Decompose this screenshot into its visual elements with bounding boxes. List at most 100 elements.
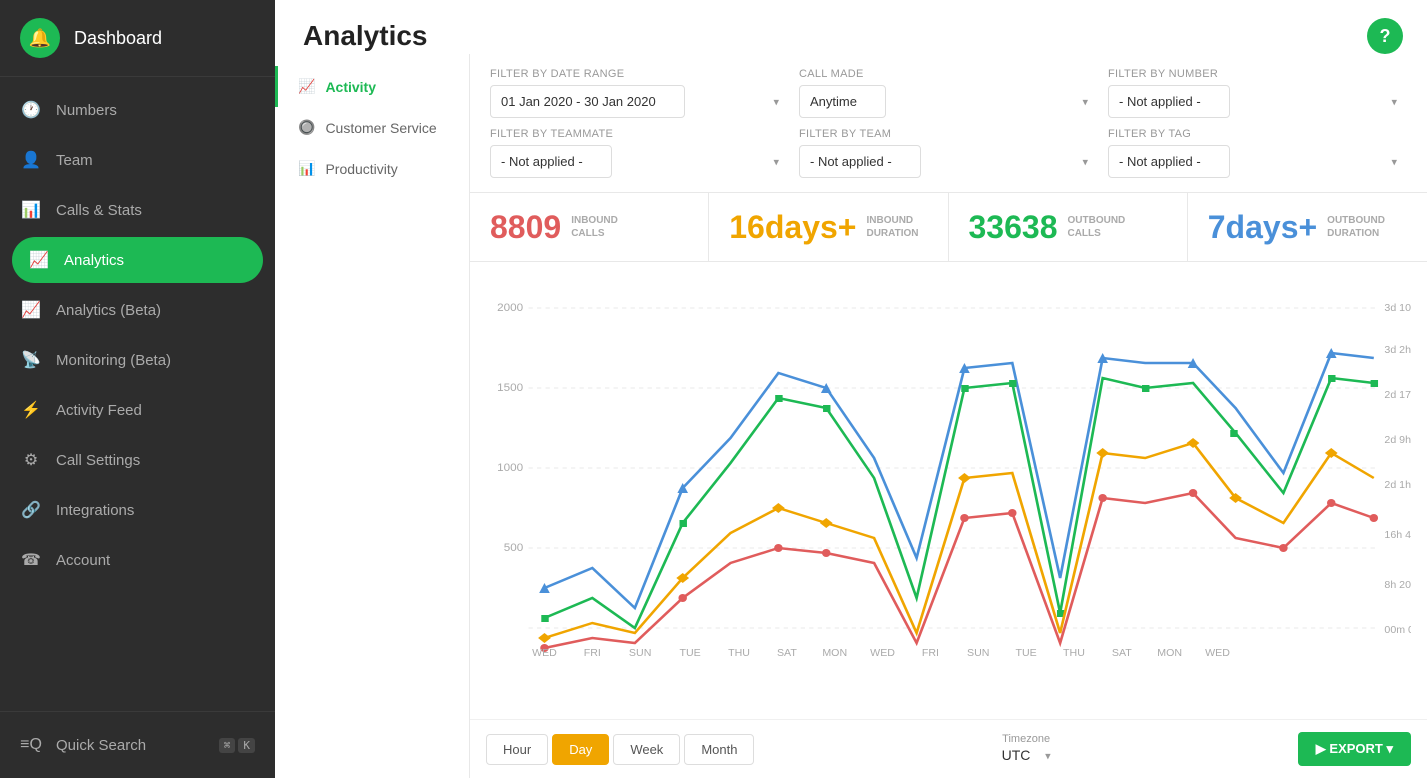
help-button[interactable]: ? — [1367, 18, 1403, 54]
stat-value: 33638 — [969, 211, 1058, 243]
timezone-select[interactable]: UTC — [1002, 747, 1051, 763]
svg-text:00m 00s: 00m 00s — [1384, 625, 1411, 636]
sub-nav-activity[interactable]: 📈 Activity — [275, 66, 469, 107]
timezone-wrap: Timezone UTC — [1002, 733, 1051, 765]
main-content: Analytics ? 📈 Activity 🔘 Customer Servic… — [275, 0, 1427, 778]
stat-label: INBOUNDDURATION — [866, 214, 918, 240]
svg-text:500: 500 — [504, 542, 524, 554]
svg-text:2000: 2000 — [497, 302, 523, 314]
timezone-label: Timezone — [1002, 733, 1050, 745]
filter-select-call_made[interactable]: Anytime — [799, 85, 886, 118]
stat-label: OUTBOUNDCALLS — [1067, 214, 1122, 240]
integrations-icon: 🔗 — [20, 499, 42, 521]
chart-wrap: 2000 1500 1000 500 — [486, 278, 1411, 668]
sidebar-item-label: Numbers — [56, 102, 117, 119]
filter-filter_team: Filter by team - Not applied - — [799, 128, 1098, 178]
stat-card-3: 7days+ OUTBOUNDDURATION — [1188, 193, 1427, 261]
sidebar: 🔔 Dashboard 🕐 Numbers 👤 Team 📊 Calls & S… — [0, 0, 275, 778]
svg-text:2d 1h: 2d 1h — [1384, 480, 1411, 491]
filter-label-date_range: Filter by date range — [490, 68, 789, 80]
stat-label: INBOUNDCALLS — [571, 214, 618, 240]
page-title: Analytics — [303, 20, 428, 52]
sub-nav-label: Productivity — [325, 161, 397, 177]
customer-service-icon: 🔘 — [298, 119, 315, 136]
monitoring-beta-icon: 📡 — [20, 349, 42, 371]
svg-text:TUE: TUE — [1015, 648, 1036, 659]
svg-text:MON: MON — [822, 648, 847, 659]
filter-select-date_range[interactable]: 01 Jan 2020 - 30 Jan 2020 — [490, 85, 685, 118]
sidebar-item-analytics[interactable]: 📈 Analytics — [12, 237, 263, 283]
sidebar-item-label: Analytics (Beta) — [56, 302, 161, 319]
time-btn-hour[interactable]: Hour — [486, 734, 548, 765]
filter-label-filter_tag: Filter by tag — [1108, 128, 1407, 140]
keyboard-shortcut: ⌘ K — [219, 738, 255, 753]
time-btn-day[interactable]: Day — [552, 734, 609, 765]
analytics-beta-icon: 📈 — [20, 299, 42, 321]
stat-value: 8809 — [490, 211, 561, 243]
time-btn-week[interactable]: Week — [613, 734, 680, 765]
time-btn-month[interactable]: Month — [684, 734, 754, 765]
sidebar-item-activity-feed[interactable]: ⚡ Activity Feed — [0, 385, 275, 435]
chart-bottom: HourDayWeekMonth Timezone UTC ▶ EXPORT ▾ — [470, 719, 1427, 778]
svg-text:2d 17h: 2d 17h — [1384, 390, 1411, 401]
app-title: Dashboard — [74, 28, 162, 49]
svg-text:WED: WED — [870, 648, 895, 659]
time-buttons: HourDayWeekMonth — [486, 734, 754, 765]
filter-filter_number: Filter by number - Not applied - — [1108, 68, 1407, 118]
sidebar-item-monitoring-beta[interactable]: 📡 Monitoring (Beta) — [0, 335, 275, 385]
svg-text:SUN: SUN — [967, 648, 989, 659]
filter-select-filter_teammate[interactable]: - Not applied - — [490, 145, 612, 178]
stats-row: 8809 INBOUNDCALLS 16days+ INBOUNDDURATIO… — [470, 193, 1427, 262]
filter-select-wrap-filter_teammate: - Not applied - — [490, 145, 789, 178]
stat-label: OUTBOUNDDURATION — [1327, 214, 1382, 240]
sidebar-item-numbers[interactable]: 🕐 Numbers — [0, 85, 275, 135]
sidebar-item-team[interactable]: 👤 Team — [0, 135, 275, 185]
quick-search-item[interactable]: ≡Q Quick Search ⌘ K — [0, 720, 275, 770]
account-icon: ☎ — [20, 549, 42, 571]
export-button[interactable]: ▶ EXPORT ▾ — [1298, 732, 1411, 766]
stat-card-2: 33638 OUTBOUNDCALLS — [949, 193, 1188, 261]
filter-select-filter_team[interactable]: - Not applied - — [799, 145, 921, 178]
numbers-icon: 🕐 — [20, 99, 42, 121]
svg-text:FRI: FRI — [922, 648, 939, 659]
sidebar-item-calls-stats[interactable]: 📊 Calls & Stats — [0, 185, 275, 235]
filter-label-filter_teammate: Filter by teammate — [490, 128, 789, 140]
stat-card-0: 8809 INBOUNDCALLS — [470, 193, 709, 261]
sidebar-item-call-settings[interactable]: ⚙ Call Settings — [0, 435, 275, 485]
sidebar-item-analytics-beta[interactable]: 📈 Analytics (Beta) — [0, 285, 275, 335]
page-header: Analytics ? — [275, 0, 1427, 54]
activity-icon: 📈 — [298, 78, 315, 95]
sidebar-item-label: Activity Feed — [56, 402, 142, 419]
calls-stats-icon: 📊 — [20, 199, 42, 221]
svg-text:SAT: SAT — [1112, 648, 1133, 659]
sidebar-header: 🔔 Dashboard — [0, 0, 275, 77]
sidebar-item-label: Monitoring (Beta) — [56, 352, 171, 369]
filter-label-call_made: Call made — [799, 68, 1098, 80]
analytics-icon: 📈 — [28, 249, 50, 271]
sidebar-item-integrations[interactable]: 🔗 Integrations — [0, 485, 275, 535]
app-logo: 🔔 — [20, 18, 60, 58]
filter-select-wrap-call_made: Anytime — [799, 85, 1098, 118]
filter-select-filter_number[interactable]: - Not applied - — [1108, 85, 1230, 118]
chart-container: 2000 1500 1000 500 — [470, 262, 1427, 719]
filter-label-filter_team: Filter by team — [799, 128, 1098, 140]
stat-card-1: 16days+ INBOUNDDURATION — [709, 193, 948, 261]
svg-text:3d 10h: 3d 10h — [1384, 303, 1411, 314]
sidebar-item-label: Calls & Stats — [56, 202, 142, 219]
filter-select-filter_tag[interactable]: - Not applied - — [1108, 145, 1230, 178]
sub-nav-productivity[interactable]: 📊 Productivity — [275, 148, 469, 189]
svg-text:2d 9h: 2d 9h — [1384, 435, 1411, 446]
svg-text:SAT: SAT — [777, 648, 798, 659]
filter-date_range: Filter by date range 01 Jan 2020 - 30 Ja… — [490, 68, 789, 118]
sidebar-item-account[interactable]: ☎ Account — [0, 535, 275, 585]
sidebar-nav: 🕐 Numbers 👤 Team 📊 Calls & Stats 📈 Analy… — [0, 77, 275, 711]
header-right: ? — [1367, 18, 1403, 54]
svg-text:MON: MON — [1157, 648, 1182, 659]
filter-select-wrap-filter_number: - Not applied - — [1108, 85, 1407, 118]
filter-label-filter_number: Filter by number — [1108, 68, 1407, 80]
sub-nav-customer-service[interactable]: 🔘 Customer Service — [275, 107, 469, 148]
sidebar-item-label: Account — [56, 552, 110, 569]
filter-select-wrap-filter_tag: - Not applied - — [1108, 145, 1407, 178]
sub-nav-label: Activity — [325, 79, 376, 95]
svg-text:FRI: FRI — [584, 648, 601, 659]
